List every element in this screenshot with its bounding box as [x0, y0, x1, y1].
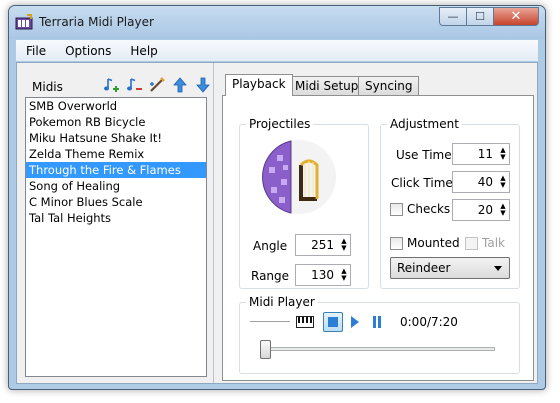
playback-time: 0:00/7:20 — [400, 315, 458, 329]
spin-arrows-icon[interactable]: ▲ ▼ — [338, 265, 350, 285]
tab-midi-setup[interactable]: Midi Setup — [288, 76, 366, 96]
seek-thumb[interactable] — [260, 340, 271, 359]
spin-arrows-icon[interactable]: ▲ ▼ — [338, 235, 350, 255]
checks-label: Checks — [407, 202, 451, 216]
mount-selected-value: Reindeer — [397, 261, 451, 275]
app-icon — [15, 14, 33, 30]
mounted-label: Mounted — [407, 236, 460, 250]
checks-stepper[interactable]: 20 ▲ ▼ — [452, 199, 510, 221]
use-time-label: Use Time — [396, 148, 452, 162]
list-item[interactable]: Pokemon RB Bicycle — [26, 114, 206, 130]
spin-arrows-icon[interactable]: ▲ ▼ — [497, 200, 509, 220]
mount-select[interactable]: Reindeer — [390, 257, 510, 279]
menu-options[interactable]: Options — [55, 44, 120, 58]
midi-player-group: Midi Player 0:00/7:20 — [239, 295, 520, 374]
maximize-button[interactable]: ☐ — [466, 7, 493, 26]
checkbox-box — [465, 236, 478, 250]
range-label: Range — [251, 269, 290, 283]
checkbox-box[interactable] — [390, 236, 403, 250]
stop-button[interactable] — [323, 312, 343, 332]
midis-panel: Midis SMB Overworld Pokemon RB Bicycle M… — [17, 63, 214, 383]
client-area: Midis SMB Overworld Pokemon RB Bicycle M… — [16, 62, 538, 384]
seek-track[interactable] — [260, 347, 495, 351]
spin-arrows-icon[interactable]: ▲ ▼ — [497, 172, 509, 192]
checks-value: 20 — [477, 203, 493, 217]
midi-list[interactable]: SMB Overworld Pokemon RB Bicycle Miku Ha… — [25, 97, 207, 377]
move-down-icon[interactable] — [193, 75, 212, 94]
stop-icon — [328, 317, 338, 327]
list-item[interactable]: SMB Overworld — [26, 98, 206, 114]
play-button[interactable] — [345, 312, 365, 332]
menu-bar: File Options Help — [16, 40, 538, 61]
use-time-value: 11 — [477, 147, 493, 161]
player-divider — [250, 321, 290, 322]
title-bar[interactable]: Terraria Midi Player — ☐ ✕ — [9, 6, 545, 39]
click-time-value: 40 — [477, 175, 493, 189]
range-value: 130 — [311, 268, 334, 282]
angle-label: Angle — [253, 239, 288, 253]
mounted-checkbox[interactable]: Mounted — [390, 236, 460, 250]
talk-label: Talk — [482, 236, 505, 250]
adjustment-group: Adjustment Use Time 11 ▲ ▼ Click Time 40 … — [380, 117, 520, 289]
checks-checkbox[interactable]: Checks — [390, 202, 450, 216]
menu-help[interactable]: Help — [120, 44, 166, 58]
app-window: Terraria Midi Player — ☐ ✕ File Options … — [8, 5, 546, 390]
midis-label: Midis — [32, 80, 63, 94]
harp-icon — [262, 140, 336, 214]
list-item[interactable]: Zelda Theme Remix — [26, 146, 206, 162]
click-time-stepper[interactable]: 40 ▲ ▼ — [452, 171, 510, 193]
tab-playback[interactable]: Playback — [225, 74, 293, 96]
tabs-panel: Playback Midi Setup Syncing Projectiles … — [217, 63, 537, 383]
remove-note-icon[interactable] — [124, 75, 143, 94]
window-title: Terraria Midi Player — [39, 15, 154, 29]
midi-player-title: Midi Player — [246, 295, 318, 309]
add-note-icon[interactable] — [101, 75, 120, 94]
range-stepper[interactable]: 130 ▲ ▼ — [295, 264, 351, 286]
midis-toolbar — [101, 75, 212, 94]
tab-syncing[interactable]: Syncing — [358, 76, 420, 96]
keyboard-icon[interactable] — [295, 312, 315, 332]
pause-icon — [373, 316, 381, 328]
list-item[interactable]: Tal Tal Heights — [26, 210, 206, 226]
spin-arrows-icon[interactable]: ▲ ▼ — [497, 144, 509, 164]
play-icon — [351, 316, 359, 328]
close-button[interactable]: ✕ — [493, 7, 539, 26]
chevron-down-icon — [494, 266, 502, 271]
list-item[interactable]: C Minor Blues Scale — [26, 194, 206, 210]
edit-note-icon[interactable] — [147, 75, 166, 94]
talk-checkbox: Talk — [465, 236, 505, 250]
list-item-selected[interactable]: Through the Fire & Flames — [26, 162, 206, 178]
use-time-stepper[interactable]: 11 ▲ ▼ — [452, 143, 510, 165]
menu-file[interactable]: File — [16, 44, 55, 58]
pause-button[interactable] — [367, 312, 387, 332]
playback-page: Projectiles Angle 251 ▲ ▼ Range 130 ▲ ▼ … — [222, 95, 534, 381]
checkbox-box[interactable] — [390, 202, 403, 216]
angle-value: 251 — [311, 238, 334, 252]
click-time-label: Click Time — [391, 176, 453, 190]
minimize-button[interactable]: — — [439, 7, 466, 26]
adjustment-title: Adjustment — [387, 117, 462, 131]
move-up-icon[interactable] — [170, 75, 189, 94]
projectiles-title: Projectiles — [246, 117, 314, 131]
list-item[interactable]: Song of Healing — [26, 178, 206, 194]
list-item[interactable]: Miku Hatsune Shake It! — [26, 130, 206, 146]
angle-stepper[interactable]: 251 ▲ ▼ — [295, 234, 351, 256]
projectiles-group: Projectiles Angle 251 ▲ ▼ Range 130 ▲ ▼ — [239, 117, 369, 289]
